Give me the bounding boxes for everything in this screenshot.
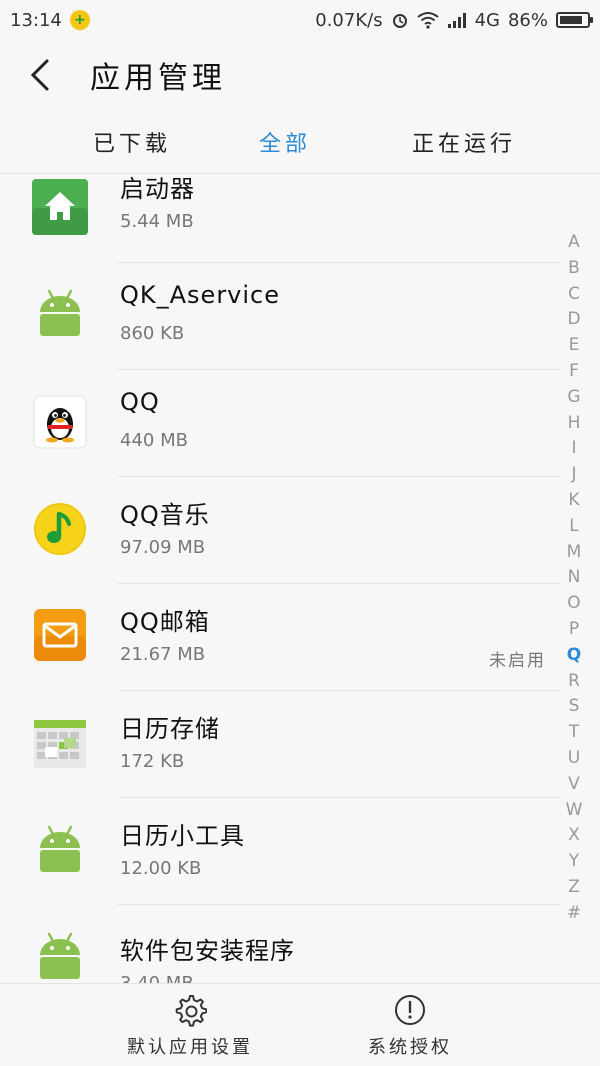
list-item[interactable]: QK_Aservice 860 KB: [0, 263, 560, 370]
android-icon: [40, 932, 80, 979]
alphabet-letter[interactable]: S: [569, 694, 580, 720]
alarm-icon: [392, 14, 407, 28]
list-item[interactable]: 日历小工具 12.00 KB: [0, 798, 560, 905]
permissions-button[interactable]: 系统授权: [350, 984, 470, 1066]
app-name: 软件包安装程序: [120, 937, 295, 965]
app-name: 日历存储: [120, 715, 220, 743]
battery-fill: [560, 16, 582, 24]
app-size: 97.09 MB: [120, 537, 206, 558]
app-size: 21.67 MB: [120, 644, 206, 665]
status-badge: 未启用: [489, 651, 546, 671]
app-size: 860 KB: [120, 323, 185, 344]
tab-running[interactable]: 正在运行: [412, 126, 516, 158]
status-bar: 13:14 + 0.07K/s 4G 86%: [0, 0, 600, 40]
default-apps-label: 默认应用设置: [127, 1036, 253, 1058]
notification-badge-icon: +: [69, 10, 90, 30]
alphabet-letter[interactable]: U: [568, 746, 580, 772]
alphabet-letter[interactable]: F: [569, 359, 579, 385]
battery-percent: 86%: [507, 9, 548, 31]
app-size: 5.44 MB: [120, 211, 194, 232]
gear-icon: [175, 994, 207, 1027]
default-apps-button[interactable]: 默认应用设置: [120, 984, 260, 1066]
bottom-action-bar: 默认应用设置 系统授权: [0, 983, 600, 1066]
alphabet-letter[interactable]: M: [567, 540, 582, 566]
app-name: 启动器: [120, 175, 195, 203]
mail-icon: [34, 609, 86, 661]
alphabet-letter[interactable]: N: [568, 565, 581, 591]
alphabet-letter[interactable]: Z: [568, 875, 580, 901]
app-size: 12.00 KB: [120, 858, 202, 879]
alphabet-letter[interactable]: E: [569, 333, 580, 359]
page-title: 应用管理: [90, 61, 226, 96]
permissions-label: 系统授权: [368, 1036, 452, 1058]
list-item[interactable]: 软件包安装程序 3.40 MB: [0, 905, 560, 983]
alphabet-letter[interactable]: I: [571, 436, 576, 462]
android-icon: [40, 289, 80, 336]
app-size: 172 KB: [120, 751, 185, 772]
status-time: 13:14: [10, 9, 62, 31]
app-list: 启动器 5.44 MB QK_Aservice 860 KB QQ 440 MB…: [0, 175, 560, 983]
alphabet-letter[interactable]: Y: [569, 849, 579, 875]
app-header: 应用管理: [0, 40, 600, 110]
android-icon: [40, 825, 80, 872]
alphabet-letter[interactable]: Q: [567, 643, 581, 669]
signal-icon: [447, 13, 466, 28]
alphabet-letter[interactable]: C: [568, 282, 580, 308]
qq-penguin-icon: [33, 395, 87, 449]
list-item[interactable]: QQ 440 MB: [0, 370, 560, 477]
battery-icon: [556, 12, 593, 28]
wifi-icon: [416, 12, 439, 29]
alphabet-letter[interactable]: B: [568, 256, 580, 282]
list-item[interactable]: QQ音乐 97.09 MB: [0, 477, 560, 584]
alphabet-letter[interactable]: K: [568, 488, 579, 514]
tab-all[interactable]: 全部: [259, 126, 311, 158]
alphabet-letter[interactable]: V: [568, 772, 580, 798]
app-size: 3.40 MB: [120, 973, 194, 983]
info-lock-icon: [395, 994, 425, 1025]
app-name: 日历小工具: [120, 822, 245, 850]
back-button[interactable]: [0, 40, 80, 110]
app-name: QQ: [120, 388, 160, 416]
alphabet-letter[interactable]: H: [568, 411, 581, 437]
alphabet-letter[interactable]: W: [566, 798, 583, 824]
alphabet-letter[interactable]: J: [571, 462, 576, 488]
calendar-storage-icon: [34, 720, 86, 768]
list-item[interactable]: QQ邮箱 21.67 MB 未启用: [0, 584, 560, 691]
app-size: 440 MB: [120, 430, 188, 451]
alphabet-letter[interactable]: L: [569, 514, 578, 540]
list-item[interactable]: 启动器 5.44 MB: [0, 175, 560, 270]
app-name: QQ音乐: [120, 501, 210, 529]
list-item[interactable]: 日历存储 172 KB: [0, 691, 560, 798]
alphabet-letter[interactable]: A: [568, 230, 580, 256]
alphabet-letter[interactable]: O: [567, 591, 580, 617]
alphabet-letter[interactable]: T: [569, 720, 579, 746]
tab-bar: 已下载 全部 正在运行: [0, 110, 600, 174]
alphabet-letter[interactable]: #: [567, 901, 581, 927]
network-type: 4G: [474, 9, 500, 31]
chevron-left-icon: [30, 59, 49, 91]
home-icon: [32, 179, 88, 235]
alphabet-index[interactable]: A B C D E F G H I J K L M N O P Q R S T U V W X Y Z #: [560, 230, 588, 927]
alphabet-letter[interactable]: P: [569, 617, 579, 643]
alphabet-letter[interactable]: D: [567, 307, 580, 333]
qq-music-icon: [34, 503, 86, 555]
app-name: QQ邮箱: [120, 608, 210, 636]
alphabet-letter[interactable]: G: [567, 385, 580, 411]
alphabet-letter[interactable]: R: [568, 669, 580, 695]
net-speed: 0.07K/s: [315, 9, 383, 31]
alphabet-letter[interactable]: X: [568, 823, 580, 849]
app-name: QK_Aservice: [120, 281, 281, 309]
tab-downloaded[interactable]: 已下载: [93, 126, 171, 158]
